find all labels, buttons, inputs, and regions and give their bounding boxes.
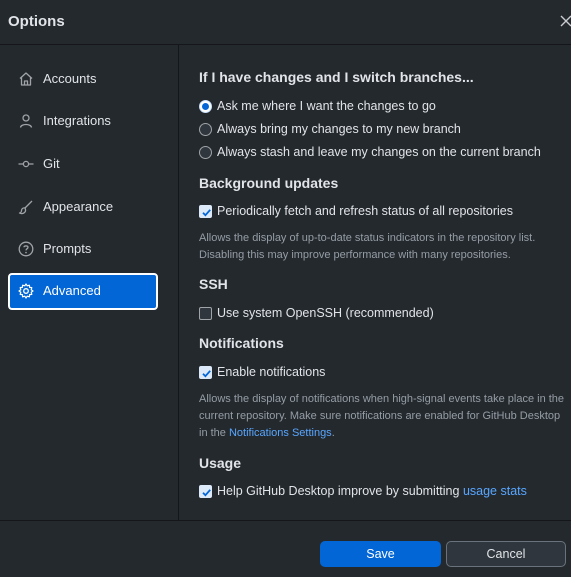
radio-label: Always stash and leave my changes on the… (217, 145, 541, 159)
usage-stats-link[interactable]: usage stats (463, 484, 527, 498)
dialog-footer: Save Cancel (0, 520, 571, 577)
notifications-checkbox-row[interactable]: Enable notifications (199, 365, 325, 379)
sidebar-item-label: Git (43, 156, 60, 171)
sidebar-item-accounts[interactable]: Accounts (8, 61, 158, 97)
radio-ask[interactable]: Ask me where I want the changes to go (199, 99, 436, 113)
ssh-heading: SSH (199, 276, 228, 292)
person-icon (18, 113, 34, 129)
checkbox-unchecked[interactable] (199, 306, 212, 320)
checkbox-label: Help GitHub Desktop improve by submittin… (217, 484, 463, 498)
sidebar: Accounts Integrations Git Appearance Pro… (0, 45, 179, 520)
usage-heading: Usage (199, 455, 242, 471)
radio-button-selected[interactable] (199, 99, 212, 113)
save-button[interactable]: Save (320, 541, 441, 567)
sidebar-item-prompts[interactable]: Prompts (8, 231, 158, 267)
radio-button[interactable] (199, 122, 212, 136)
background-fetch-checkbox-row[interactable]: Periodically fetch and refresh status of… (199, 204, 513, 218)
git-commit-icon (18, 156, 34, 172)
checkbox-checked[interactable] (199, 484, 212, 498)
sidebar-item-git[interactable]: Git (8, 146, 158, 182)
switch-branches-heading: If I have changes and I switch branches.… (199, 69, 474, 85)
advanced-settings-panel: If I have changes and I switch branches.… (180, 45, 571, 520)
question-icon (18, 241, 34, 257)
home-icon (18, 71, 34, 87)
checkbox-label: Periodically fetch and refresh status of… (217, 204, 513, 218)
description-text: . (331, 427, 335, 439)
checkbox-checked[interactable] (199, 365, 212, 379)
paintbrush-icon (18, 199, 34, 215)
sidebar-item-label: Appearance (43, 199, 114, 214)
radio-button[interactable] (199, 145, 212, 159)
usage-stats-checkbox-row[interactable]: Help GitHub Desktop improve by submittin… (199, 484, 527, 498)
close-icon[interactable] (559, 10, 571, 32)
gear-icon (18, 283, 34, 299)
title-bar: Options (0, 0, 571, 45)
notifications-description: Allows the display of notifications when… (199, 391, 571, 442)
background-updates-description: Allows the display of up-to-date status … (199, 232, 536, 261)
radio-bring-changes[interactable]: Always bring my changes to my new branch (199, 122, 461, 136)
notifications-settings-link[interactable]: Notifications Settings (229, 427, 332, 439)
sidebar-item-label: Accounts (43, 71, 97, 86)
sidebar-item-integrations[interactable]: Integrations (8, 103, 158, 139)
dialog-title: Options (8, 13, 65, 30)
background-updates-heading: Background updates (199, 175, 339, 191)
sidebar-item-label: Prompts (43, 241, 92, 256)
sidebar-item-advanced[interactable]: Advanced (8, 273, 158, 310)
notifications-heading: Notifications (199, 335, 284, 351)
sidebar-item-label: Integrations (43, 113, 111, 128)
checkbox-checked[interactable] (199, 204, 212, 218)
checkbox-label: Use system OpenSSH (recommended) (217, 306, 434, 320)
cancel-button[interactable]: Cancel (446, 541, 566, 567)
sidebar-item-appearance[interactable]: Appearance (8, 189, 158, 225)
radio-stash-changes[interactable]: Always stash and leave my changes on the… (199, 145, 541, 159)
openssh-checkbox-row[interactable]: Use system OpenSSH (recommended) (199, 306, 434, 320)
checkbox-label: Enable notifications (217, 365, 326, 379)
radio-label: Always bring my changes to my new branch (217, 122, 461, 136)
radio-label: Ask me where I want the changes to go (217, 99, 436, 113)
sidebar-item-label: Advanced (43, 283, 101, 298)
